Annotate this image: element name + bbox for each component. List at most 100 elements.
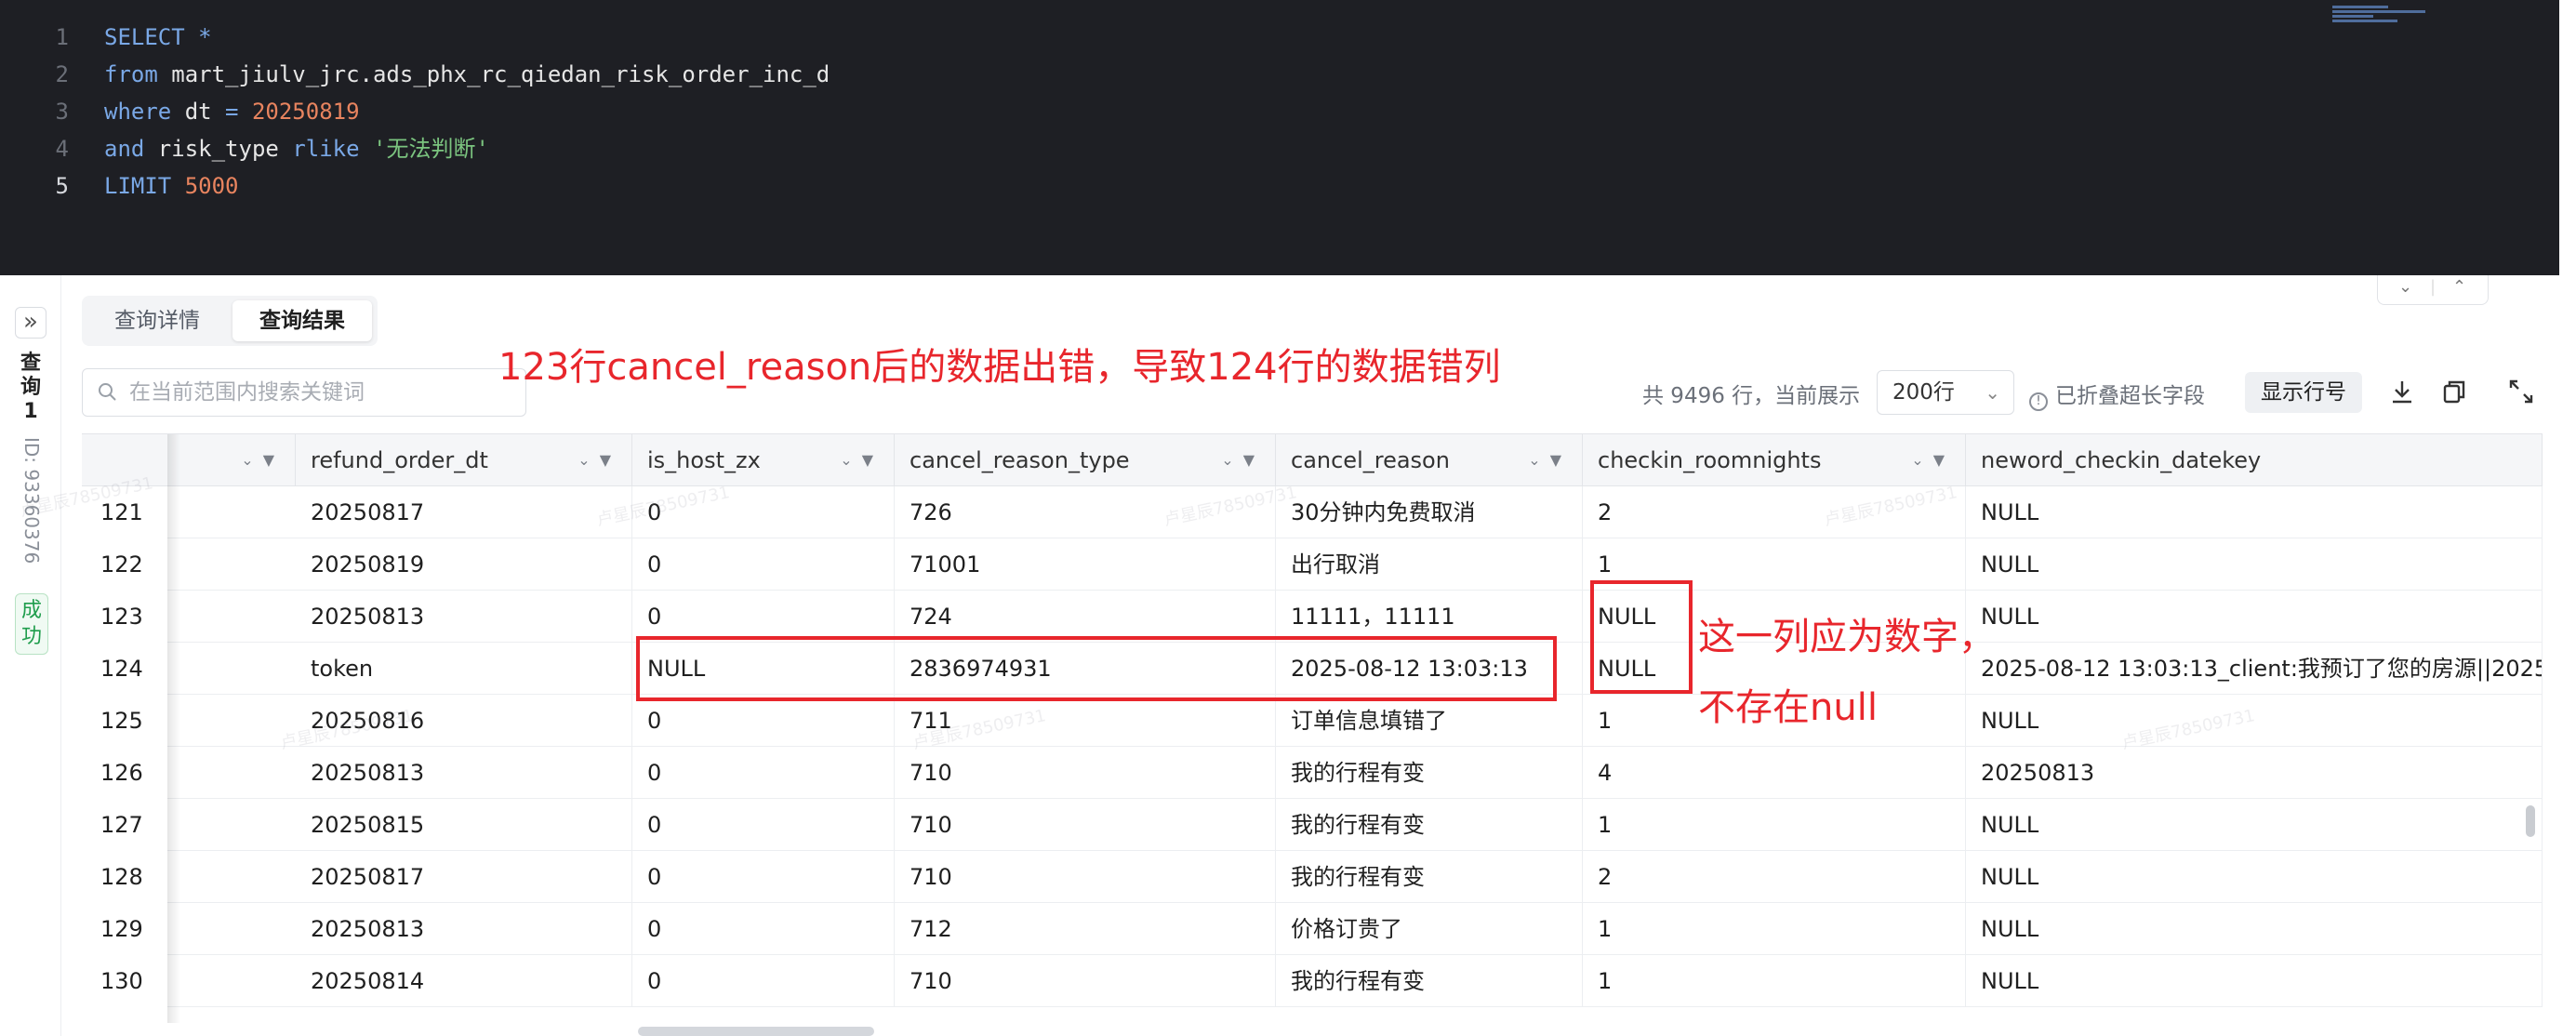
tab-query-detail[interactable]: 查询详情 — [87, 300, 227, 341]
sort-icon[interactable]: ⌄ — [241, 451, 262, 469]
sort-filter-icons[interactable]: ⌄▼ — [840, 434, 883, 486]
result-grid[interactable]: ⌄▼ refund_order_dt ⌄▼ is_host_zx ⌄▼ cancel_re… — [82, 433, 2543, 1023]
editor-minimap[interactable] — [2332, 6, 2437, 22]
table-cell[interactable]: NULL — [1966, 486, 2543, 538]
table-row[interactable]: 130 20250814 0 710 我的行程有变 1 NULL — [82, 955, 2543, 1007]
table-row[interactable]: 129 20250813 0 712 价格订贵了 1 NULL — [82, 903, 2543, 955]
table-cell[interactable]: 710 — [895, 799, 1276, 851]
download-icon[interactable] — [2388, 378, 2416, 405]
sort-icon[interactable]: ⌄ — [1911, 451, 1932, 469]
table-cell[interactable]: NULL — [1966, 955, 2543, 1007]
table-row[interactable]: 128 20250817 0 710 我的行程有变 2 NULL — [82, 851, 2543, 903]
table-cell[interactable]: 1 — [1583, 799, 1966, 851]
column-header[interactable]: refund_order_dt ⌄▼ — [296, 434, 632, 486]
sort-icon[interactable]: ⌄ — [1528, 451, 1549, 469]
table-cell[interactable]: 20250813 — [296, 747, 632, 799]
column-header[interactable]: is_host_zx ⌄▼ — [632, 434, 895, 486]
filter-icon[interactable]: ▼ — [600, 451, 620, 469]
table-cell[interactable]: 724 — [895, 591, 1276, 643]
table-cell[interactable]: 2025-08-12 13:03:13 — [1276, 643, 1583, 695]
table-cell[interactable]: 20250813 — [1966, 747, 2543, 799]
table-cell[interactable]: 0 — [632, 747, 895, 799]
table-cell[interactable]: 712 — [895, 903, 1276, 955]
table-cell[interactable]: 我的行程有变 — [1276, 799, 1583, 851]
table-cell[interactable]: 0 — [632, 695, 895, 747]
sort-filter-icons[interactable]: ⌄▼ — [1911, 434, 1954, 486]
column-header[interactable]: checkin_roomnights ⌄▼ — [1583, 434, 1966, 486]
table-cell[interactable]: NULL — [632, 643, 895, 695]
table-cell[interactable]: 我的行程有变 — [1276, 747, 1583, 799]
column-header[interactable]: ⌄▼ — [82, 434, 296, 486]
column-header[interactable]: cancel_reason_type ⌄▼ — [895, 434, 1276, 486]
table-cell[interactable]: 出行取消 — [1276, 538, 1583, 591]
table-cell[interactable]: NULL — [1966, 851, 2543, 903]
sort-icon[interactable]: ⌄ — [578, 451, 599, 469]
table-cell[interactable]: 我的行程有变 — [1276, 851, 1583, 903]
table-cell[interactable]: 0 — [632, 799, 895, 851]
table-row[interactable]: 127 20250815 0 710 我的行程有变 1 NULL — [82, 799, 2543, 851]
table-cell[interactable]: 2 — [1583, 851, 1966, 903]
chevron-up-icon[interactable]: ⌃ — [2452, 277, 2466, 297]
table-cell[interactable]: 0 — [632, 903, 895, 955]
show-row-number-button[interactable]: 显示行号 — [2245, 372, 2362, 413]
table-cell[interactable]: 20250815 — [296, 799, 632, 851]
tab-query-result[interactable]: 查询结果 — [232, 300, 372, 341]
table-cell[interactable]: 20250817 — [296, 486, 632, 538]
table-cell[interactable]: 1 — [1583, 538, 1966, 591]
filter-icon[interactable]: ▼ — [862, 451, 883, 469]
table-cell[interactable]: 2 — [1583, 486, 1966, 538]
filter-icon[interactable]: ▼ — [263, 451, 284, 469]
table-cell[interactable]: 0 — [632, 538, 895, 591]
filter-icon[interactable]: ▼ — [1243, 451, 1264, 469]
sort-filter-icons[interactable]: ⌄▼ — [1221, 434, 1264, 486]
table-cell[interactable]: 价格订贵了 — [1276, 903, 1583, 955]
table-row[interactable]: 122 20250819 0 71001 出行取消 1 NULL — [82, 538, 2543, 591]
sort-filter-icons[interactable]: ⌄▼ — [578, 434, 620, 486]
query-tab-title[interactable]: 查询1 — [17, 352, 45, 424]
table-cell[interactable]: 20250813 — [296, 903, 632, 955]
copy-icon[interactable] — [2440, 378, 2468, 405]
folded-fields-info[interactable]: ! 已折叠超长字段 — [2029, 378, 2205, 411]
filter-icon[interactable]: ▼ — [1933, 451, 1954, 469]
table-cell[interactable]: 0 — [632, 486, 895, 538]
table-cell[interactable]: 726 — [895, 486, 1276, 538]
sort-filter-icons[interactable]: ⌄▼ — [241, 434, 284, 486]
table-row[interactable]: 124 token NULL 2836974931 2025-08-12 13:03:1… — [82, 643, 2543, 695]
table-cell[interactable]: 20250813 — [296, 591, 632, 643]
table-cell[interactable]: 0 — [632, 591, 895, 643]
result-search[interactable] — [82, 368, 526, 417]
chevron-down-icon[interactable]: ⌄ — [2398, 277, 2412, 297]
horizontal-scrollbar[interactable] — [638, 1027, 874, 1036]
table-cell[interactable]: NULL — [1966, 903, 2543, 955]
table-cell[interactable]: NULL — [1966, 591, 2543, 643]
table-cell[interactable]: 30分钟内免费取消 — [1276, 486, 1583, 538]
page-size-select[interactable]: 200行 ⌄ — [1877, 370, 2014, 415]
table-cell[interactable]: NULL — [1966, 695, 2543, 747]
expand-rail-button[interactable]: » — [15, 307, 46, 339]
table-cell[interactable]: 71001 — [895, 538, 1276, 591]
table-cell[interactable]: 0 — [632, 955, 895, 1007]
table-cell[interactable]: 20250817 — [296, 851, 632, 903]
sort-icon[interactable]: ⌄ — [840, 451, 861, 469]
sort-icon[interactable]: ⌄ — [1221, 451, 1242, 469]
table-row[interactable]: 123 20250813 0 724 11111，11111 NULL NULL — [82, 591, 2543, 643]
table-cell[interactable]: 710 — [895, 747, 1276, 799]
table-cell[interactable]: 我的行程有变 — [1276, 955, 1583, 1007]
vertical-scrollbar[interactable] — [2526, 805, 2535, 837]
table-cell[interactable]: 4 — [1583, 747, 1966, 799]
column-header[interactable]: cancel_reason ⌄▼ — [1276, 434, 1583, 486]
table-cell[interactable]: token — [296, 643, 632, 695]
table-row[interactable]: 121 20250817 0 726 30分钟内免费取消 2 NULL — [82, 486, 2543, 538]
table-cell[interactable]: 20250819 — [296, 538, 632, 591]
search-input[interactable] — [129, 377, 511, 408]
table-cell[interactable]: 0 — [632, 851, 895, 903]
column-header[interactable]: neword_checkin_datekey — [1966, 434, 2543, 486]
sort-filter-icons[interactable]: ⌄▼ — [1528, 434, 1571, 486]
fullscreen-icon[interactable] — [2507, 378, 2535, 405]
table-cell[interactable]: 1 — [1583, 903, 1966, 955]
table-cell[interactable]: 710 — [895, 955, 1276, 1007]
table-cell[interactable]: 1 — [1583, 955, 1966, 1007]
table-cell[interactable]: 20250814 — [296, 955, 632, 1007]
table-cell[interactable]: 2836974931 — [895, 643, 1276, 695]
table-row[interactable]: 125 20250816 0 711 订单信息填错了 1 NULL — [82, 695, 2543, 747]
